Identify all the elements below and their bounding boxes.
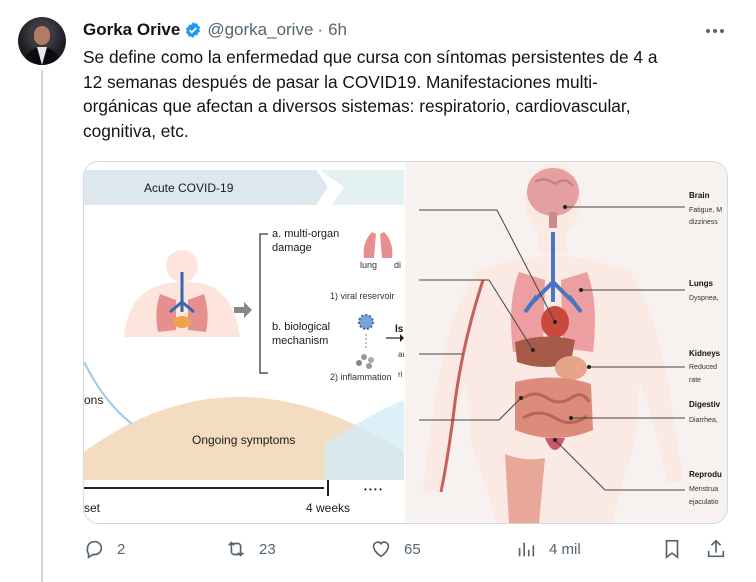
- tweet-text-line: orgánicas que afectan a diversos sistema…: [83, 96, 631, 116]
- leg-muscle: [505, 454, 545, 523]
- a-title2: damage: [272, 242, 312, 254]
- repro-desc: Menstrua: [689, 486, 718, 493]
- more-options-button[interactable]: [702, 18, 728, 44]
- set-label: set: [84, 501, 101, 515]
- body-organs-image[interactable]: Brain Fatigue, M dizziness Lungs Dyspnea…: [405, 162, 727, 523]
- brain-label: Brain: [689, 191, 710, 200]
- timestamp[interactable]: 6h: [328, 20, 347, 40]
- di-label: di: [394, 260, 401, 270]
- a-title: a. multi-organ: [272, 228, 339, 240]
- kidneys-desc: Reduced: [689, 364, 717, 371]
- like-button[interactable]: 65: [370, 538, 421, 560]
- tweet-text: Se define como la enfermedad que cursa c…: [83, 45, 733, 143]
- digestive-desc: Diarrhea,: [689, 417, 718, 424]
- repro-desc: ejaculatio: [689, 499, 719, 506]
- inflammation-cell-icon: [361, 354, 367, 360]
- tweet-header: Gorka Orive @gorka_orive · 6h: [83, 18, 347, 42]
- long-covid-timeline-image[interactable]: Acute COVID-19 a. multi-organ damage lun…: [84, 162, 404, 523]
- more-dot-icon: [713, 29, 717, 33]
- lungs-desc: Dyspnea,: [689, 295, 719, 302]
- repro-label: Reprodu: [689, 470, 722, 479]
- heart-icon: [372, 541, 390, 558]
- stomach-organ: [555, 356, 587, 380]
- an-label: an: [398, 350, 404, 359]
- inflammation-cell-icon: [368, 357, 374, 363]
- lungs-label: Lungs: [689, 279, 714, 288]
- bookmark-icon: [665, 539, 679, 559]
- views-count: 4 mil: [549, 540, 581, 558]
- ls-label: ls: [395, 324, 404, 335]
- kidneys-desc: rate: [689, 377, 701, 384]
- retweet-count: 23: [259, 540, 276, 558]
- timeline-dots: • • • •: [364, 485, 382, 494]
- tweet-text-line: cognitiva, etc.: [83, 120, 189, 141]
- author-handle[interactable]: @gorka_orive: [207, 20, 313, 40]
- tweet-actions: 2 23 65 4 mil: [83, 538, 733, 564]
- b-title: b. biological: [272, 321, 330, 333]
- brain-desc: Fatigue, M: [689, 207, 722, 214]
- brain-desc: dizziness: [689, 219, 718, 226]
- avatar[interactable]: [18, 17, 66, 65]
- digestive-label: Digestiv: [689, 400, 721, 409]
- banner-label: Acute COVID-19: [144, 181, 234, 195]
- inflammation-cell-icon: [366, 363, 372, 369]
- avatar-face: [34, 26, 50, 45]
- verified-badge-icon: [186, 22, 201, 38]
- reply-icon: [86, 540, 103, 559]
- four-weeks-label: 4 weeks: [306, 501, 350, 515]
- lung-label: lung: [360, 260, 377, 270]
- more-dot-icon: [706, 29, 710, 33]
- separator-dot: ·: [317, 20, 324, 39]
- ongoing-label: Ongoing symptoms: [192, 433, 295, 447]
- ons-label: ons: [84, 393, 103, 407]
- viral-label: 1) viral reservoir: [330, 291, 395, 301]
- retweet-button[interactable]: 23: [225, 538, 276, 560]
- media-attachment[interactable]: Acute COVID-19 a. multi-organ damage lun…: [83, 161, 728, 524]
- reply-count: 2: [117, 540, 126, 558]
- views-button[interactable]: 4 mil: [515, 538, 581, 560]
- retweet-icon: [228, 541, 244, 557]
- intestines-organ: [515, 377, 593, 438]
- virus-icon: [358, 314, 374, 330]
- reply-button[interactable]: 2: [83, 538, 125, 560]
- b-title2: mechanism: [272, 335, 328, 347]
- share-icon: [707, 539, 725, 558]
- like-count: 65: [404, 540, 421, 558]
- share-button[interactable]: [705, 538, 727, 560]
- bookmark-button[interactable]: [661, 538, 683, 560]
- author-name[interactable]: Gorka Orive: [83, 20, 180, 40]
- tweet-text-line: Se define como la enfermedad que cursa c…: [83, 47, 658, 67]
- tweet-text-line: 12 semanas después de pasar la COVID19. …: [83, 71, 598, 92]
- analytics-icon: [518, 542, 535, 557]
- more-dot-icon: [720, 29, 724, 33]
- kidneys-label: Kidneys: [689, 349, 721, 358]
- thread-line: [41, 70, 43, 582]
- ri-label: ri: [398, 370, 403, 379]
- inflammation-label: 2) inflammation: [330, 372, 392, 382]
- inflammation-cell-icon: [356, 360, 362, 366]
